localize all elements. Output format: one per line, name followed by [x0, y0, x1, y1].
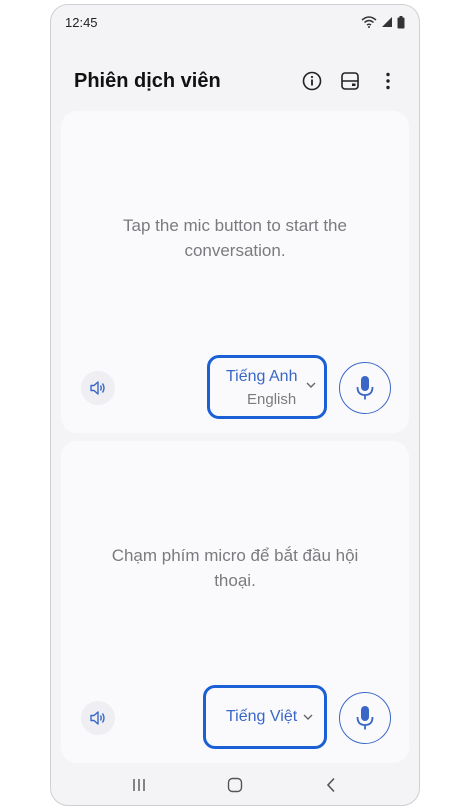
page-title: Phiên dịch viên — [74, 69, 221, 92]
recent-apps-icon — [133, 779, 145, 791]
conversation-panel-top: Tap the mic button to start the conversa… — [61, 111, 409, 433]
info-icon — [302, 71, 322, 91]
signal-icon — [382, 17, 392, 27]
back-button[interactable] — [311, 770, 351, 800]
mic-button-bottom[interactable] — [339, 692, 391, 744]
status-bar: 12:45 — [51, 5, 419, 39]
chevron-down-icon — [306, 382, 316, 388]
language-selector-top[interactable]: Tiếng Anh English — [207, 355, 327, 419]
language-name-top: Tiếng Anh — [226, 368, 298, 385]
bottom-prompt: Chạm phím micro để bắt đầu hội thoại. — [111, 546, 359, 590]
recent-apps-button[interactable] — [119, 770, 159, 800]
battery-icon — [397, 15, 405, 28]
info-button[interactable] — [295, 64, 329, 98]
language-name-bottom: Tiếng Việt — [226, 708, 298, 725]
split-view-icon — [341, 72, 359, 90]
speaker-button-bottom[interactable] — [81, 701, 115, 735]
conversation-panel-bottom: Chạm phím micro để bắt đầu hội thoại. Ti… — [61, 441, 409, 763]
language-native-top: English — [247, 391, 297, 408]
mic-button-top[interactable] — [339, 362, 391, 414]
microphone-icon — [356, 376, 374, 400]
home-button[interactable] — [215, 770, 255, 800]
phone-frame: 12:45 Phiên dịch viên Tap the mic button… — [50, 4, 420, 806]
more-options-button[interactable] — [371, 64, 405, 98]
top-prompt: Tap the mic button to start the conversa… — [123, 216, 347, 260]
speaker-icon — [90, 381, 105, 395]
navigation-bar — [51, 765, 419, 805]
back-icon — [326, 777, 335, 793]
status-icons — [361, 15, 405, 29]
language-selector-bottom[interactable]: Tiếng Việt — [203, 685, 327, 749]
chevron-down-icon — [303, 714, 313, 720]
more-vertical-icon — [386, 72, 390, 90]
speaker-icon — [90, 711, 105, 725]
status-time: 12:45 — [65, 14, 98, 30]
app-header: Phiên dịch viên — [51, 57, 419, 105]
split-view-button[interactable] — [333, 64, 367, 98]
home-icon — [227, 777, 243, 793]
speaker-button-top[interactable] — [81, 371, 115, 405]
wifi-icon — [361, 16, 377, 28]
microphone-icon — [356, 706, 374, 730]
